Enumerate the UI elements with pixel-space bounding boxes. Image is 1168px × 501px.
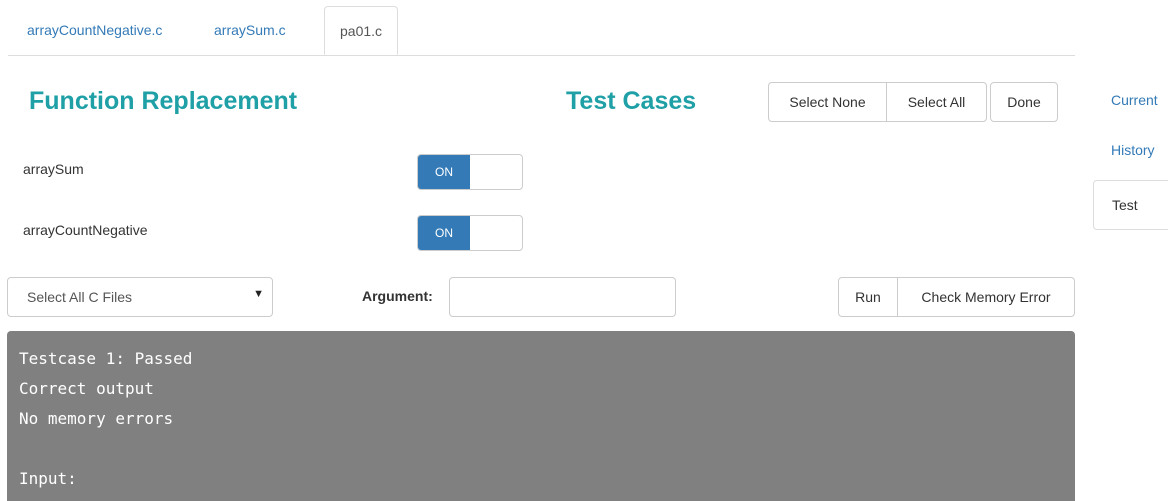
select-all-button[interactable]: Select All: [886, 82, 987, 122]
dropdown-arrow-icon: ▼: [253, 288, 264, 300]
function-replacement-heading: Function Replacement: [29, 87, 298, 115]
file-select-value: Select All C Files: [27, 289, 133, 305]
side-nav-test[interactable]: Test: [1093, 180, 1168, 230]
test-cases-heading: Test Cases: [566, 87, 697, 115]
argument-input[interactable]: [449, 277, 676, 317]
output-line: No memory errors: [19, 409, 174, 428]
tab-arraycountnegative[interactable]: arrayCountNegative.c: [12, 6, 177, 54]
toggle-on-label: ON: [418, 216, 470, 250]
output-line: Testcase 1: Passed: [19, 349, 193, 368]
output-line: Input:: [19, 469, 77, 488]
editor-page: arrayCountNegative.c arraySum.c pa01.c F…: [0, 0, 1168, 501]
run-button[interactable]: Run: [838, 277, 898, 317]
side-nav-history[interactable]: History: [1093, 142, 1168, 158]
test-output-panel: Testcase 1: Passed Correct output No mem…: [7, 331, 1075, 501]
done-button[interactable]: Done: [990, 82, 1058, 122]
file-select[interactable]: Select All C Files ▼: [7, 277, 273, 317]
arraysum-toggle[interactable]: ON: [417, 154, 523, 190]
tab-arraysum[interactable]: arraySum.c: [199, 6, 301, 54]
check-memory-error-button[interactable]: Check Memory Error: [897, 277, 1075, 317]
function-label-arraycountnegative: arrayCountNegative: [23, 222, 148, 238]
arraycountnegative-toggle[interactable]: ON: [417, 215, 523, 251]
side-nav-current[interactable]: Current: [1093, 92, 1168, 108]
function-label-arraysum: arraySum: [23, 161, 84, 177]
argument-label: Argument:: [362, 288, 433, 304]
file-tabs: arrayCountNegative.c arraySum.c pa01.c: [8, 0, 1075, 56]
toggle-on-label: ON: [418, 155, 470, 189]
output-line: Correct output: [19, 379, 154, 398]
select-none-button[interactable]: Select None: [768, 82, 887, 122]
tab-pa01[interactable]: pa01.c: [324, 6, 399, 55]
